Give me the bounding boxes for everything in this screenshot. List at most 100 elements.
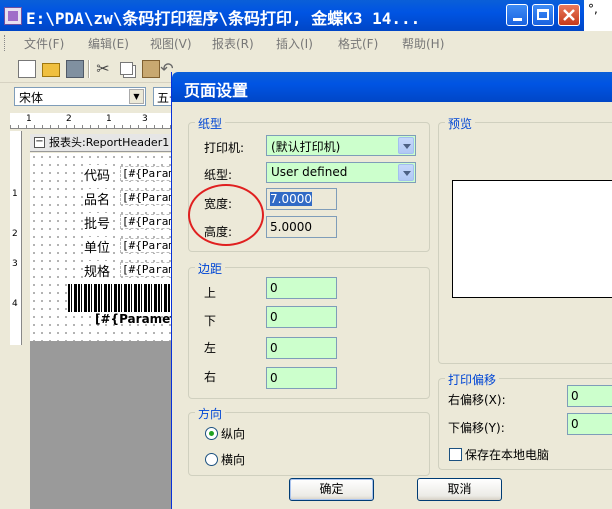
ruler-number: 1	[12, 189, 18, 199]
close-button[interactable]	[558, 4, 580, 26]
bottom-offset-label: 下偏移(Y):	[448, 421, 505, 435]
ruler-number: 2	[12, 229, 18, 239]
cancel-button[interactable]: 取消	[417, 478, 502, 501]
margin-top-label: 上	[204, 286, 217, 300]
font-family-select[interactable]: 宋体 ▼	[14, 87, 146, 106]
paper-group-label: 纸型	[195, 115, 226, 132]
page-setup-dialog: 页面设置 纸型 打印机: (默认打印机) 纸型: User defined 宽度…	[171, 72, 612, 509]
close-icon	[563, 9, 575, 21]
copy-icon[interactable]	[120, 62, 133, 75]
left-margin-panel	[0, 109, 10, 509]
ruler-number: 4	[12, 299, 18, 309]
portrait-label: 纵向	[221, 427, 246, 441]
margin-right-input[interactable]: 0	[266, 367, 337, 389]
menu-format[interactable]: 格式(F)	[338, 35, 378, 52]
menu-file[interactable]: 文件(F)	[24, 35, 64, 52]
maximize-icon	[537, 9, 549, 20]
printer-label: 打印机:	[204, 141, 245, 155]
margin-top-input[interactable]: 0	[266, 277, 337, 299]
height-input[interactable]: 5.0000	[266, 216, 337, 238]
maximize-button[interactable]	[532, 4, 554, 26]
cut-icon[interactable]: ✂	[94, 60, 112, 78]
width-value: 7.0000	[270, 192, 312, 206]
minimize-button[interactable]	[506, 4, 528, 26]
landscape-label: 横向	[221, 453, 246, 467]
landscape-radio[interactable]: 横向	[205, 451, 245, 468]
paper-type-value: User defined	[271, 165, 348, 179]
print-offset-group-label: 打印偏移	[445, 371, 500, 388]
ruler-number: 1	[26, 114, 32, 124]
ruler-number: 2	[66, 114, 72, 124]
height-label: 高度:	[204, 225, 233, 239]
vertical-ruler: 1 2 3 4	[10, 131, 22, 345]
collapse-toggle-icon[interactable]: −	[34, 137, 45, 148]
save-icon[interactable]	[66, 60, 84, 78]
menu-grip	[4, 35, 7, 51]
horizontal-ruler: 1 2 1 3	[10, 113, 180, 129]
save-local-checkbox[interactable]: 保存在本地电脑	[449, 446, 549, 463]
margin-left-value: 0	[270, 341, 278, 355]
margin-right-label: 右	[204, 370, 217, 384]
new-icon[interactable]	[18, 60, 36, 78]
app-icon	[4, 7, 22, 25]
margin-group-label: 边距	[195, 260, 226, 277]
band-title: 报表头:ReportHeader1	[49, 136, 170, 149]
report-header-band[interactable]: − 报表头:ReportHeader1	[30, 134, 180, 152]
radio-selected-icon	[205, 427, 218, 440]
margin-left-input[interactable]: 0	[266, 337, 337, 359]
preview-paper	[452, 180, 612, 298]
margin-bottom-value: 0	[270, 310, 278, 324]
orientation-group-label: 方向	[195, 405, 226, 422]
background-window-edge: °,	[584, 0, 612, 31]
margin-bottom-input[interactable]: 0	[266, 306, 337, 328]
toolbar-separator	[88, 60, 90, 78]
portrait-radio[interactable]: 纵向	[205, 425, 245, 442]
paper-type-label: 纸型:	[204, 168, 233, 182]
menu-view[interactable]: 视图(V)	[150, 35, 192, 52]
field-label-name[interactable]: 品名	[84, 189, 111, 208]
paper-type-select[interactable]: User defined	[266, 162, 416, 183]
margin-bottom-label: 下	[204, 314, 217, 328]
ruler-number: 3	[142, 114, 148, 124]
save-local-label: 保存在本地电脑	[465, 448, 550, 462]
chevron-down-icon[interactable]	[398, 137, 414, 154]
right-offset-value: 0	[571, 389, 579, 403]
menu-report[interactable]: 报表(R)	[212, 35, 254, 52]
chevron-down-icon[interactable]	[398, 164, 414, 181]
right-offset-input[interactable]: 0	[567, 385, 612, 407]
margin-right-value: 0	[270, 371, 278, 385]
printer-select[interactable]: (默认打印机)	[266, 135, 416, 156]
radio-unselected-icon	[205, 453, 218, 466]
checkbox-unchecked-icon	[449, 448, 462, 461]
menu-bar: 文件(F) 编辑(E) 视图(V) 报表(R) 插入(I) 格式(F) 帮助(H…	[0, 31, 612, 55]
margin-left-label: 左	[204, 341, 217, 355]
width-label: 宽度:	[204, 197, 233, 211]
menu-insert[interactable]: 插入(I)	[276, 35, 313, 52]
ok-button[interactable]: 确定	[289, 478, 374, 501]
bottom-offset-value: 0	[571, 417, 579, 431]
bottom-offset-input[interactable]: 0	[567, 413, 612, 435]
app-title-bar[interactable]: E:\PDA\zw\条码打印程序\条码打印, 金蝶K3 14...	[0, 0, 612, 31]
menu-edit[interactable]: 编辑(E)	[88, 35, 129, 52]
font-family-value: 宋体	[19, 91, 44, 105]
background-window-text: °,	[588, 2, 598, 16]
minimize-icon	[512, 18, 522, 21]
preview-group-label: 预览	[445, 115, 476, 132]
field-label-code[interactable]: 代码	[84, 165, 111, 184]
field-label-unit[interactable]: 单位	[84, 237, 111, 256]
field-label-batch[interactable]: 批号	[84, 213, 111, 232]
canvas-background	[30, 341, 180, 509]
right-offset-label: 右偏移(X):	[448, 393, 506, 407]
app-title: E:\PDA\zw\条码打印程序\条码打印, 金蝶K3 14...	[26, 9, 421, 28]
ruler-number: 1	[106, 114, 112, 124]
menu-help[interactable]: 帮助(H)	[402, 35, 444, 52]
height-value: 5.0000	[270, 220, 312, 234]
open-icon[interactable]	[42, 63, 60, 77]
width-input[interactable]: 7.0000	[266, 188, 337, 210]
margin-top-value: 0	[270, 281, 278, 295]
dialog-title[interactable]: 页面设置	[172, 72, 612, 102]
field-label-spec[interactable]: 规格	[84, 261, 111, 280]
chevron-down-icon: ▼	[129, 89, 144, 104]
barcode-graphic[interactable]	[68, 284, 180, 312]
ruler-number: 3	[12, 259, 18, 269]
